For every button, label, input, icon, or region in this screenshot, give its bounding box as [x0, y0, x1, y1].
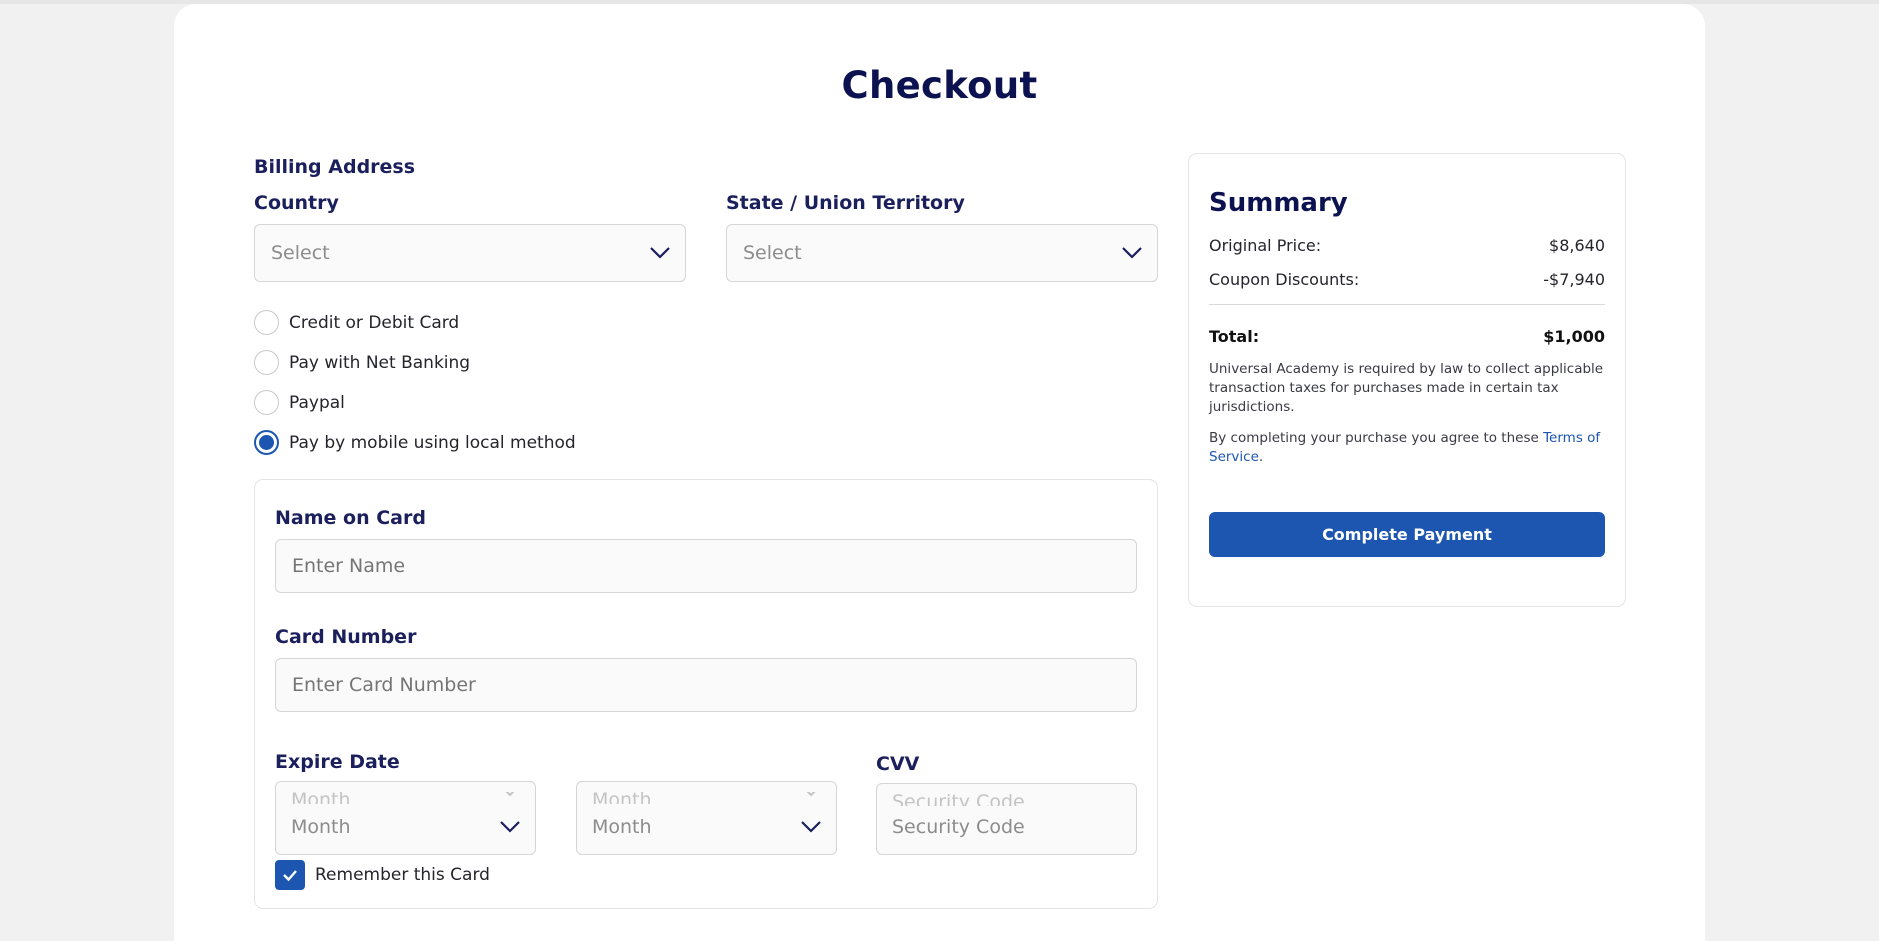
- original-price-label: Original Price:: [1209, 236, 1322, 255]
- card-details-panel: Name on Card Card Number Expire Date CVV…: [254, 479, 1158, 909]
- country-select[interactable]: Select: [254, 224, 686, 282]
- expire-month-select[interactable]: Month Month: [275, 781, 536, 855]
- chevron-down-icon: [505, 792, 515, 797]
- state-select[interactable]: Select: [726, 224, 1158, 282]
- chevron-down-icon: [801, 821, 821, 833]
- billing-address-heading: Billing Address: [254, 156, 416, 178]
- state-label: State / Union Territory: [726, 192, 965, 214]
- expire-date-label: Expire Date: [275, 751, 400, 773]
- checkout-card: Checkout Billing Address Country State /…: [174, 4, 1705, 941]
- chevron-down-icon: [650, 247, 670, 259]
- payment-option-label: Paypal: [289, 392, 345, 413]
- terms-agreement-end: .: [1258, 449, 1264, 465]
- expire-month-value: Month: [291, 816, 351, 838]
- payment-option-paypal[interactable]: Paypal: [254, 390, 345, 415]
- payment-option-label: Pay by mobile using local method: [289, 432, 576, 453]
- remember-card-checkbox[interactable]: [275, 860, 305, 890]
- radio-button[interactable]: [254, 390, 279, 415]
- country-select-value: Select: [271, 242, 330, 264]
- country-label: Country: [254, 192, 339, 214]
- expire-year-value: Month: [592, 816, 652, 838]
- total-row: Total: $1,000: [1209, 327, 1605, 346]
- coupon-discount-label: Coupon Discounts:: [1209, 270, 1360, 289]
- cvv-ghost-text: Security Code: [892, 792, 1025, 806]
- summary-title: Summary: [1209, 188, 1348, 218]
- remember-card-label: Remember this Card: [315, 865, 490, 885]
- payment-option-net-banking[interactable]: Pay with Net Banking: [254, 350, 470, 375]
- name-on-card-label: Name on Card: [275, 507, 426, 529]
- expire-year-select[interactable]: Month Month: [576, 781, 837, 855]
- chevron-down-icon: [1122, 247, 1142, 259]
- total-value: $1,000: [1543, 327, 1605, 346]
- terms-agreement: By completing your purchase you agree to…: [1209, 429, 1605, 467]
- coupon-discount-row: Coupon Discounts: -$7,940: [1209, 270, 1605, 289]
- radio-button[interactable]: [254, 350, 279, 375]
- order-summary-panel: Summary Original Price: $8,640 Coupon Di…: [1188, 153, 1626, 607]
- payment-option-label: Pay with Net Banking: [289, 352, 471, 373]
- expire-month-ghost-text: Month: [291, 790, 351, 804]
- cvv-input[interactable]: Security Code Security Code: [876, 783, 1137, 855]
- radio-button-selected[interactable]: [254, 430, 279, 455]
- complete-payment-button[interactable]: Complete Payment: [1209, 512, 1605, 557]
- state-select-value: Select: [743, 242, 802, 264]
- card-number-label: Card Number: [275, 626, 417, 648]
- page-title: Checkout: [841, 64, 1038, 107]
- payment-option-card[interactable]: Credit or Debit Card: [254, 310, 459, 335]
- tax-note: Universal Academy is required by law to …: [1209, 361, 1604, 415]
- original-price-row: Original Price: $8,640: [1209, 236, 1605, 255]
- card-number-input[interactable]: [275, 658, 1137, 712]
- check-icon: [283, 870, 297, 882]
- terms-agreement-text: By completing your purchase you agree to…: [1209, 430, 1544, 446]
- total-label: Total:: [1209, 327, 1260, 346]
- radio-button[interactable]: [254, 310, 279, 335]
- cvv-label: CVV: [876, 753, 920, 775]
- chevron-down-icon: [500, 821, 520, 833]
- expire-year-ghost-text: Month: [592, 790, 652, 804]
- summary-divider: [1209, 304, 1605, 305]
- payment-option-mobile[interactable]: Pay by mobile using local method: [254, 430, 576, 455]
- coupon-discount-value: -$7,940: [1543, 270, 1605, 289]
- original-price-value: $8,640: [1549, 236, 1605, 255]
- payment-option-label: Credit or Debit Card: [289, 312, 460, 333]
- cvv-placeholder: Security Code: [892, 816, 1025, 838]
- chevron-down-icon: [806, 792, 816, 797]
- name-on-card-input[interactable]: [275, 539, 1137, 593]
